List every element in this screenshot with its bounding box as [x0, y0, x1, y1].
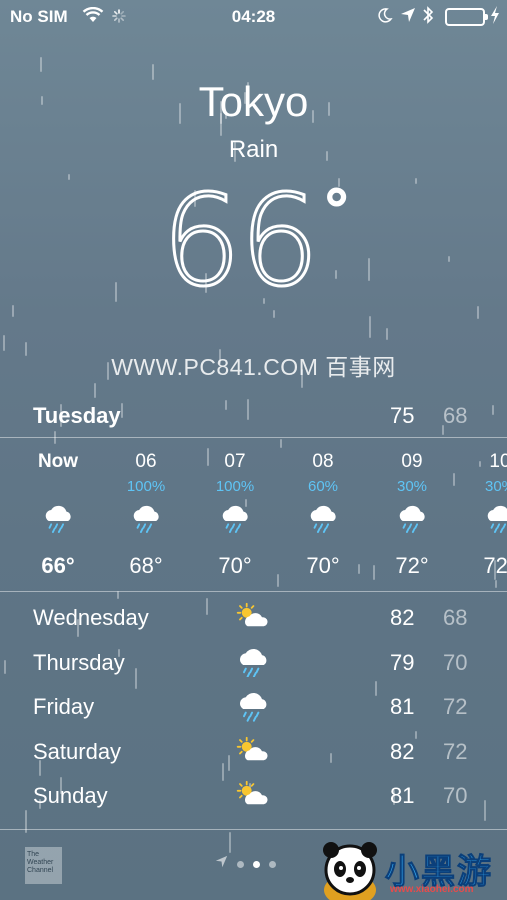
partly-sunny-icon: [235, 602, 271, 635]
rain-cloud-icon: [235, 647, 271, 684]
rain-cloud-icon: [283, 504, 363, 544]
daily-row: Sunday 81 70: [0, 776, 507, 821]
precip-chance: 30%: [484, 478, 507, 495]
rain-cloud-icon: [235, 691, 271, 728]
precip-chance: 100%: [215, 478, 255, 495]
page-dot[interactable]: [237, 860, 244, 868]
location-arrow-icon: [215, 855, 228, 873]
today-low: 68: [443, 403, 468, 428]
current-temperature: 66°: [0, 176, 507, 305]
divider: [0, 437, 507, 438]
precip-chance: 100%: [126, 478, 166, 495]
day-low: 70: [443, 649, 468, 675]
daily-row: Saturday 82 72: [0, 732, 507, 777]
hourly-item: Now 66°: [18, 440, 98, 579]
day-low: 72: [443, 694, 468, 719]
hourly-forecast[interactable]: Now 66° 06 100% 68° 07 100% 70° 08 60% 70° 09 30% 72°…: [0, 440, 507, 590]
partly-sunny-icon: [235, 780, 271, 813]
day-name: Wednesday: [33, 605, 149, 630]
hourly-item: 07 100% 70°: [195, 440, 275, 579]
rain-cloud-icon: [460, 504, 507, 544]
page-dot[interactable]: [269, 860, 276, 868]
battery-icon: [445, 8, 488, 26]
daily-row: Friday 81 72: [0, 687, 507, 732]
day-high: 79: [390, 649, 415, 675]
city-name: Tokyo: [198, 78, 309, 125]
daily-forecast[interactable]: Wednesday 82 68 Thursday 79 70 Friday 81 72 Satur…: [0, 598, 507, 821]
page-dot[interactable]: [253, 860, 260, 868]
day-high: 81: [390, 783, 415, 808]
charging-bolt-icon: [490, 6, 500, 27]
hour-temp: 72°: [395, 553, 429, 578]
daily-row: Wednesday 82 68: [0, 598, 507, 643]
partly-sunny-icon: [235, 736, 271, 769]
page-indicator[interactable]: [215, 855, 276, 873]
hour-label: 07: [224, 451, 246, 472]
today-row: Tuesday 75 68: [0, 400, 507, 434]
day-high: 82: [390, 605, 415, 630]
hour-label: 06: [135, 451, 157, 472]
day-name: Sunday: [33, 783, 108, 808]
day-low: 68: [443, 605, 468, 630]
hour-temp: 68°: [129, 553, 163, 578]
status-bar: No SIM 04:28: [0, 0, 507, 34]
day-high: 82: [390, 738, 415, 764]
hour-label: 10: [489, 451, 507, 472]
hourly-item: 09 30% 72°: [372, 440, 452, 579]
hour-label: Now: [37, 451, 79, 472]
provider-line: Weather: [27, 859, 54, 866]
condition-text: Rain: [228, 136, 279, 163]
precip-chance: 60%: [307, 478, 339, 495]
bluetooth-icon: [422, 5, 434, 30]
current-temperature-value: 66: [160, 167, 321, 314]
rain-cloud-icon: [372, 504, 452, 544]
today-high: 75: [390, 403, 415, 428]
hour-temp: 66°: [41, 553, 75, 578]
hourly-item: 06 100% 68°: [106, 440, 186, 579]
day-name: Saturday: [33, 738, 122, 764]
hour-temp: 70°: [218, 553, 252, 578]
logo-url: www.xiaohei.com: [390, 884, 474, 895]
daily-row: Thursday 79 70: [0, 643, 507, 688]
provider-line: The: [27, 851, 40, 858]
page-dots: [237, 860, 276, 868]
bottom-bar: The Weather Channel 小黑游戏 www.xiaohei.com: [0, 830, 507, 900]
rain-cloud-icon: [106, 504, 186, 544]
site-logo: 小黑游戏 www.xiaohei.com: [315, 838, 507, 900]
hourly-item: 10 30% 72°: [460, 440, 507, 579]
hour-label: 08: [312, 451, 334, 472]
provider-line: Channel: [27, 867, 54, 874]
rain-cloud-icon: [18, 504, 98, 544]
precip-chance: [18, 478, 98, 498]
panda-icon: [323, 842, 377, 900]
hour-temp: 70°: [306, 553, 340, 578]
today-day: Tuesday: [33, 403, 121, 428]
day-name: Friday: [33, 694, 95, 719]
divider: [0, 591, 507, 592]
degree-symbol: °: [320, 177, 353, 247]
location-arrow-icon: [400, 7, 416, 28]
hour-temp: 72°: [483, 553, 507, 578]
day-name: Thursday: [33, 649, 125, 675]
day-high: 81: [390, 694, 415, 719]
weather-channel-logo[interactable]: The Weather Channel: [25, 847, 62, 884]
day-low: 70: [443, 783, 468, 808]
hour-label: 09: [401, 451, 423, 472]
rain-cloud-icon: [195, 504, 275, 544]
moon-icon: [377, 7, 393, 28]
hourly-item: 08 60% 70°: [283, 440, 363, 579]
watermark-text: WWW.PC841.COM 百事网: [111, 354, 396, 380]
day-low: 72: [443, 738, 468, 764]
precip-chance: 30%: [396, 478, 428, 495]
